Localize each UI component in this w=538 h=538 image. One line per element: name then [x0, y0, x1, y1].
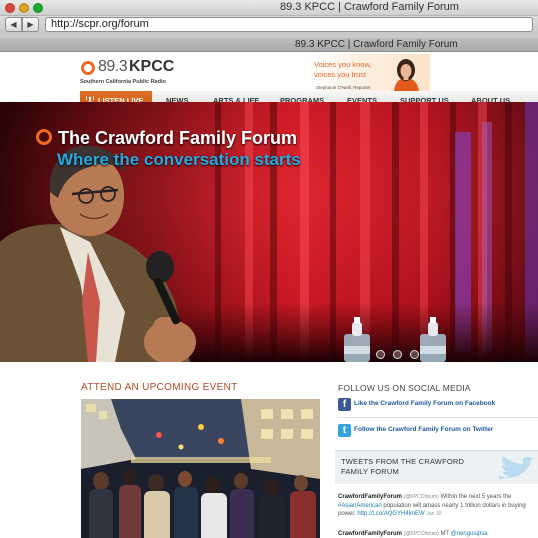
event-photo[interactable] [81, 399, 320, 538]
tab-strip: 89.3 KPCC | Crawford Family Forum [0, 38, 538, 52]
forum-logo-ring-icon [36, 129, 52, 145]
hero-subtitle: Where the conversation starts [57, 150, 301, 169]
kpcc-logo[interactable]: 89.3 KPCC Southern California Public Rad… [80, 58, 240, 90]
web-page: 89.3 KPCC Southern California Public Rad… [0, 52, 538, 538]
tweet-2-mention[interactable]: @nengusipsa [451, 531, 488, 537]
browser-toolbar: ◀ ▶ http://scpr.org/forum [0, 16, 538, 34]
tweet-2-author[interactable]: CrawfordFamilyForum [338, 531, 402, 537]
close-window-button[interactable] [5, 3, 15, 13]
ad-credit: Stephanie O'Neill, Reporter [316, 85, 371, 90]
address-bar[interactable]: http://scpr.org/forum [45, 17, 533, 32]
hero-slideshow[interactable]: The Crawford Family Forum Where the conv… [0, 102, 538, 362]
ad-line-2: voices you trust [314, 70, 367, 79]
tweet-1: CrawfordFamilyForum (@KPCCforum) Within … [338, 493, 536, 519]
social-divider [338, 417, 538, 418]
tab-active[interactable]: 89.3 KPCC | Crawford Family Forum [295, 38, 458, 52]
tweet-1-handle[interactable]: (@KPCCforum) [404, 494, 439, 500]
hero-title: The Crawford Family Forum [58, 128, 298, 148]
slide-dot-3[interactable] [410, 350, 419, 359]
twitter-link[interactable]: t Follow the Crawford Family Forum on Tw… [338, 424, 538, 438]
twitter-link-label: Follow the Crawford Family Forum on Twit… [354, 426, 494, 433]
tweet-2-text-a: MT [440, 531, 449, 537]
tweets-header: TWEETS FROM THE CRAWFORD FAMILY FORUM [335, 450, 538, 484]
slide-dot-1[interactable] [376, 350, 385, 359]
events-heading: ATTEND AN UPCOMING EVENT [81, 382, 238, 393]
tweet-2: CrawfordFamilyForum (@KPCCforum) MT @nen… [338, 530, 536, 538]
reporter-portrait [394, 59, 419, 94]
twitter-icon: t [338, 424, 351, 437]
forward-button[interactable]: ▶ [22, 17, 39, 32]
twitter-bird-icon [499, 457, 535, 479]
street-crowd-image [81, 399, 320, 538]
window-titlebar: 89.3 KPCC | Crawford Family Forum [0, 0, 538, 16]
social-heading: FOLLOW US ON SOCIAL MEDIA [338, 383, 471, 393]
logo-tagline: Southern California Public Radio [80, 79, 166, 85]
logo-frequency: 89.3 [98, 58, 128, 75]
tweet-1-date[interactable]: Jan 30 [426, 511, 441, 517]
back-button[interactable]: ◀ [5, 17, 22, 32]
ad-line-1: Voices you know, [314, 60, 372, 69]
tweet-1-hashtag[interactable]: #AsianAmerican [338, 503, 382, 509]
logo-ring-icon [81, 61, 95, 75]
banner-ad[interactable]: Voices you know, voices you trust Stepha… [306, 54, 430, 94]
zoom-window-button[interactable] [33, 3, 43, 13]
tweets-heading: TWEETS FROM THE CRAWFORD FAMILY FORUM [341, 457, 465, 476]
window-title: 89.3 KPCC | Crawford Family Forum [280, 1, 459, 13]
tweet-1-text-a: Within the next 5 years the [440, 494, 512, 500]
slide-dot-2[interactable] [393, 350, 402, 359]
tweet-1-link[interactable]: http://t.co/AQGYH4knEW [357, 511, 424, 517]
tweet-1-author[interactable]: CrawfordFamilyForum [338, 494, 402, 500]
minimize-window-button[interactable] [19, 3, 29, 13]
facebook-link-label: Like the Crawford Family Forum on Facebo… [354, 400, 496, 407]
tweet-2-handle[interactable]: (@KPCCforum) [404, 531, 439, 537]
facebook-icon: f [338, 398, 351, 411]
facebook-link[interactable]: f Like the Crawford Family Forum on Face… [338, 398, 538, 412]
logo-callsign: KPCC [129, 58, 175, 75]
